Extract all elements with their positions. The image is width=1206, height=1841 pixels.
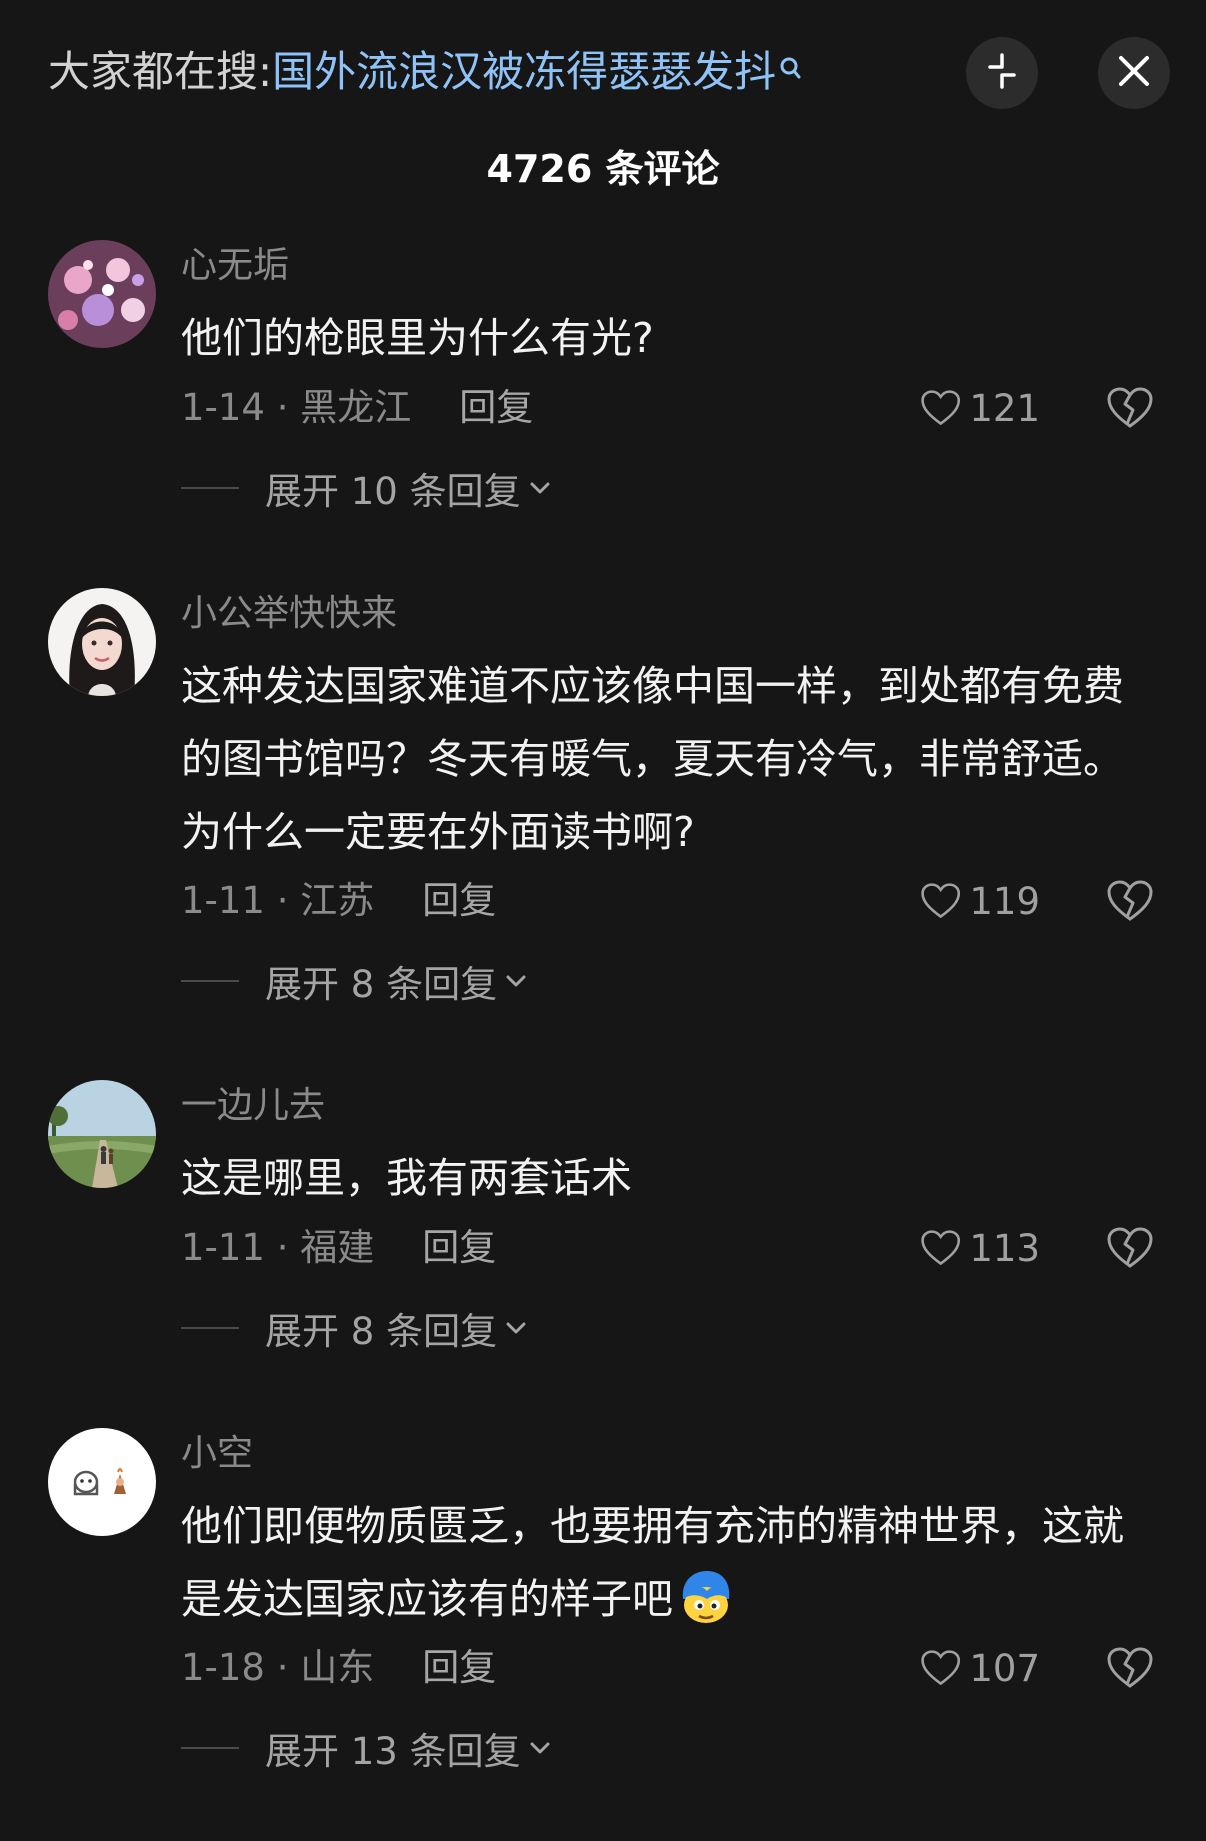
comment-date-location: 1-11 · 江苏: [181, 879, 375, 922]
comment-date-location: 1-11 · 福建: [181, 1226, 375, 1269]
comment-username[interactable]: 心无垢: [181, 244, 289, 288]
comment-text-content: 他们即便物质匮乏，也要拥有充沛的精神世界，这就是发达国家应该有的样子吧: [181, 1502, 1124, 1623]
like-button[interactable]: 119: [920, 876, 1040, 926]
like-count: 113: [969, 1226, 1040, 1270]
like-button[interactable]: 107: [920, 1643, 1040, 1693]
emoji-icon: [677, 1569, 735, 1625]
comment-meta: 1-11 · 福建 回复: [181, 1225, 496, 1271]
expand-replies-label: 展开 10 条回复: [265, 470, 521, 513]
comment-text: 这是哪里，我有两套话术: [181, 1154, 632, 1202]
heart-icon: [921, 1230, 961, 1266]
comment-date-location: 1-14 · 黑龙江: [181, 386, 412, 429]
broken-heart-icon: [1107, 1647, 1153, 1688]
comment-date-location: 1-18 · 山东: [181, 1646, 375, 1689]
expand-replies-button[interactable]: 展开 8 条回复: [181, 1305, 527, 1353]
like-count: 107: [969, 1646, 1040, 1690]
reply-button[interactable]: 回复: [422, 879, 496, 922]
close-button[interactable]: [1098, 37, 1170, 109]
comment-meta: 1-14 · 黑龙江 回复: [181, 385, 533, 431]
search-suggestion[interactable]: 大家都在搜:国外流浪汉被冻得瑟瑟发抖: [48, 46, 804, 98]
expand-replies-label: 展开 8 条回复: [265, 963, 498, 1006]
heart-icon: [921, 390, 961, 426]
comment-username[interactable]: 一边儿去: [181, 1084, 325, 1128]
expand-replies-label: 展开 13 条回复: [265, 1730, 521, 1773]
divider: [181, 487, 239, 489]
avatar[interactable]: [48, 240, 156, 348]
close-icon: [1116, 53, 1152, 93]
broken-heart-icon: [1107, 387, 1153, 428]
dislike-button[interactable]: [1106, 877, 1154, 925]
avatar[interactable]: [48, 588, 156, 696]
comment-text: 他们即便物质匮乏，也要拥有充沛的精神世界，这就是发达国家应该有的样子吧: [181, 1490, 1161, 1636]
comment-text: 这种发达国家难道不应该像中国一样，到处都有免费的图书馆吗？冬天有暖气，夏天有冷气…: [181, 662, 1124, 856]
chevron-down-icon: [506, 1322, 526, 1334]
like-count: 119: [969, 879, 1040, 923]
comment-username[interactable]: 小公举快快来: [181, 592, 397, 636]
heart-icon: [921, 1650, 961, 1686]
avatar[interactable]: [48, 1080, 156, 1188]
expand-replies-label: 展开 8 条回复: [265, 1310, 498, 1353]
like-button[interactable]: 113: [920, 1223, 1040, 1273]
comments-count: 4726 条评论: [486, 147, 720, 191]
broken-heart-icon: [1107, 880, 1153, 921]
heart-icon: [921, 883, 961, 919]
broken-heart-icon: [1107, 1227, 1153, 1268]
comment-text: 他们的枪眼里为什么有光?: [181, 314, 654, 362]
search-icon: [778, 46, 804, 79]
chevron-down-icon: [506, 975, 526, 987]
divider: [181, 980, 239, 982]
expand-replies-button[interactable]: 展开 8 条回复: [181, 958, 527, 1006]
search-prefix-label: 大家都在搜:: [48, 47, 273, 96]
expand-replies-button[interactable]: 展开 10 条回复: [181, 465, 551, 513]
dislike-button[interactable]: [1106, 384, 1154, 432]
top-bar: 大家都在搜:国外流浪汉被冻得瑟瑟发抖: [0, 0, 1206, 145]
dislike-button[interactable]: [1106, 1224, 1154, 1272]
comment-meta: 1-18 · 山东 回复: [181, 1645, 496, 1691]
avatar[interactable]: [48, 1428, 156, 1536]
collapse-button[interactable]: [966, 37, 1038, 109]
dislike-button[interactable]: [1106, 1644, 1154, 1692]
reply-button[interactable]: 回复: [422, 1646, 496, 1689]
search-query-link[interactable]: 国外流浪汉被冻得瑟瑟发抖: [272, 47, 776, 96]
chevron-down-icon: [530, 1742, 550, 1754]
comment-username[interactable]: 小空: [181, 1432, 253, 1476]
divider: [181, 1747, 239, 1749]
reply-button[interactable]: 回复: [422, 1226, 496, 1269]
chevron-down-icon: [530, 482, 550, 494]
like-button[interactable]: 121: [920, 383, 1040, 433]
expand-replies-button[interactable]: 展开 13 条回复: [181, 1725, 551, 1773]
collapse-icon: [982, 51, 1022, 95]
comment-meta: 1-11 · 江苏 回复: [181, 878, 496, 924]
divider: [181, 1327, 239, 1329]
like-count: 121: [969, 386, 1040, 430]
reply-button[interactable]: 回复: [459, 386, 533, 429]
